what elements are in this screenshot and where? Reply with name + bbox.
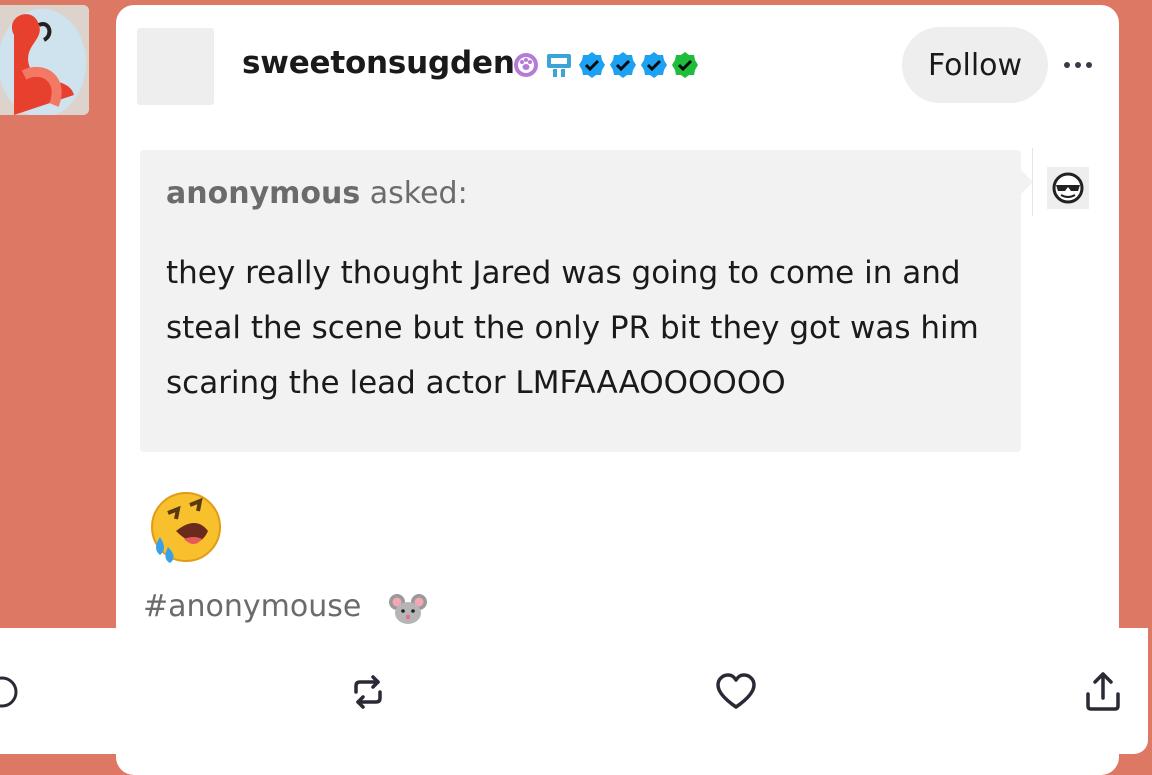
ask-header: anonymous asked:	[166, 176, 468, 211]
post-footer	[0, 628, 1148, 754]
badge-row	[512, 50, 699, 80]
verified-blue-badge-icon[interactable]	[609, 51, 637, 79]
rolling-laughing-emoji-icon	[151, 492, 221, 563]
user-avatar-flamingo[interactable]	[0, 5, 89, 115]
verified-blue-badge-icon[interactable]	[640, 51, 668, 79]
mouse-face-emoji-icon	[389, 594, 427, 624]
like-icon[interactable]	[715, 672, 757, 712]
anonymous-sunglasses-icon	[1052, 172, 1084, 204]
share-icon[interactable]	[1083, 670, 1123, 714]
verified-blue-badge-icon[interactable]	[578, 51, 606, 79]
reply-icon[interactable]	[0, 674, 22, 710]
follow-button[interactable]: Follow	[902, 27, 1048, 103]
ask-box: anonymous asked: they really thought Jar…	[140, 150, 1021, 452]
asker-name[interactable]: anonymous	[166, 176, 360, 211]
ask-divider	[1032, 148, 1033, 216]
asked-label: asked:	[369, 176, 468, 211]
blog-avatar[interactable]	[137, 28, 214, 105]
asker-avatar[interactable]	[1047, 167, 1089, 209]
ask-question: they really thought Jared was going to c…	[166, 255, 979, 401]
post-tag[interactable]: #anonymouse	[143, 589, 361, 624]
paw-badge-icon[interactable]	[512, 51, 540, 79]
more-options-icon[interactable]	[1062, 59, 1094, 71]
reblog-icon[interactable]	[348, 672, 388, 712]
robot-badge-icon[interactable]	[543, 50, 575, 80]
blog-name[interactable]: sweetonsugden	[242, 45, 515, 81]
verified-green-badge-icon[interactable]	[671, 51, 699, 79]
flamingo-image	[0, 5, 89, 115]
